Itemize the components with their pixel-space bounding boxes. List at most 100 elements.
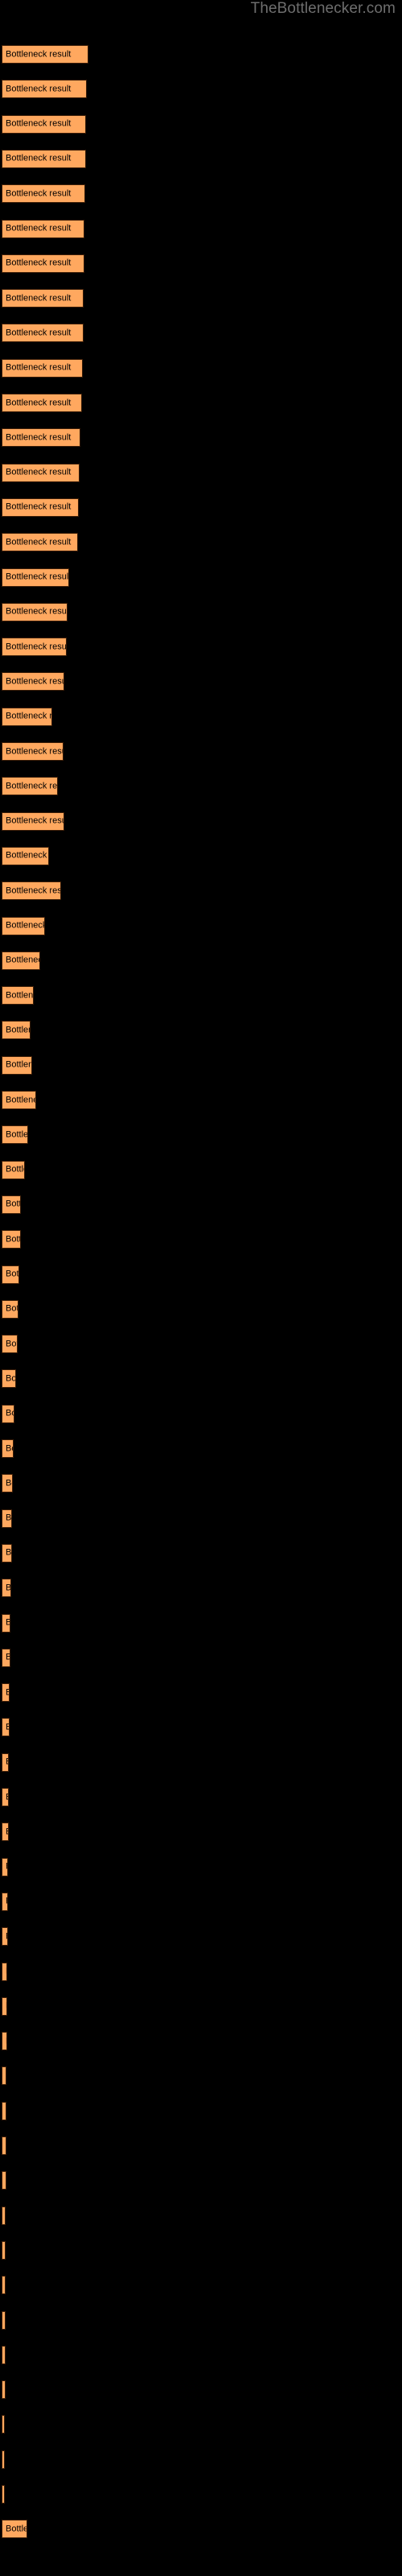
bar-label: Bottleneck result <box>6 815 64 826</box>
bar: Bottleneck result <box>2 1021 31 1040</box>
bar-label: Bottleneck result <box>6 1234 20 1245</box>
bar-row: Bottleneck result <box>0 2066 402 2086</box>
bar-label: Bottleneck result <box>6 1653 10 1663</box>
bar-row: Bottleneck result <box>0 986 402 1005</box>
bar: Bottleneck result <box>2 2450 5 2469</box>
bar: Bottleneck result <box>2 1962 7 1981</box>
bar: Bottleneck result <box>2 149 86 168</box>
bar-row: Bottleneck result <box>0 497 402 517</box>
bar-label: Bottleneck result <box>6 2524 27 2534</box>
bar-row: Bottleneck result <box>0 2415 402 2434</box>
bottleneck-bar-chart: Bottleneck result Bottleneck result Bottle… <box>0 0 402 2576</box>
bar: Bottleneck result <box>2 1230 21 1249</box>
bar-row: Bottleneck result <box>0 1160 402 1179</box>
bar: Bottleneck result <box>2 1683 10 1703</box>
bar-label: Bottleneck result <box>6 1722 9 1732</box>
bar-label: Bottleneck result <box>6 1373 16 1384</box>
bar-label: Bottleneck result <box>6 1792 8 1802</box>
bar: Bottleneck result <box>2 1474 13 1493</box>
bar: Bottleneck result <box>2 2171 6 2190</box>
bar-label: Bottleneck result <box>6 84 72 94</box>
bar-label: Bottleneck result <box>6 1095 35 1104</box>
bar: Bottleneck result <box>2 2345 6 2364</box>
bar: Bottleneck result <box>2 1125 28 1145</box>
bar-label: Bottleneck result <box>6 1199 20 1209</box>
bar-label: Bottleneck result <box>6 1269 19 1279</box>
bar-row: Bottleneck result <box>0 463 402 482</box>
bar: Bottleneck result <box>2 428 80 448</box>
bar-label: Bottleneck result <box>6 328 72 338</box>
bar: Bottleneck result <box>2 2485 5 2504</box>
bar: Bottleneck result <box>2 602 68 621</box>
bar-row: Bottleneck result <box>0 777 402 796</box>
bar-row: Bottleneck result <box>0 2520 402 2539</box>
bar: Bottleneck result <box>2 1613 10 1633</box>
bar-label: Bottleneck result <box>6 1583 11 1593</box>
bar: Bottleneck result <box>2 463 80 482</box>
bar: Bottleneck result <box>2 114 86 134</box>
bar-row: Bottleneck result <box>0 881 402 901</box>
bar-row: Bottleneck result <box>0 1857 402 1876</box>
bar-row: Bottleneck result <box>0 1892 402 1911</box>
bar: Bottleneck result <box>2 289 84 308</box>
bar-row: Bottleneck result <box>0 358 402 378</box>
bar: Bottleneck result <box>2 533 78 552</box>
bar-row: Bottleneck result <box>0 1369 402 1389</box>
bar-label: Bottleneck result <box>6 886 61 896</box>
bar-row: Bottleneck result <box>0 951 402 970</box>
bar-row: Bottleneck result <box>0 1648 402 1667</box>
bar-label: Bottleneck result <box>6 1408 14 1418</box>
bar-row: Bottleneck result <box>0 2240 402 2260</box>
bar-label: Bottleneck result <box>6 990 34 1001</box>
bar-label: Bottleneck result <box>6 1025 30 1035</box>
bar-row: Bottleneck result <box>0 114 402 134</box>
bar: Bottleneck result <box>2 219 84 238</box>
bar-row: Bottleneck result <box>0 638 402 657</box>
bar: Bottleneck result <box>2 1509 12 1528</box>
bar-row: Bottleneck result <box>0 1335 402 1354</box>
bar: Bottleneck result <box>2 1788 9 1806</box>
bar: Bottleneck result <box>2 742 64 761</box>
bar-row: Bottleneck result <box>0 1474 402 1493</box>
bar: Bottleneck result <box>2 2276 6 2295</box>
bar-row: Bottleneck result <box>0 672 402 691</box>
bar-label: Bottleneck result <box>6 606 68 617</box>
bar-row: Bottleneck result <box>0 846 402 865</box>
bar-row: Bottleneck result <box>0 707 402 726</box>
bar: Bottleneck result <box>2 1335 18 1354</box>
bar-row: Bottleneck result <box>0 742 402 761</box>
bar-row: Bottleneck result <box>0 254 402 273</box>
bar-label: Bottleneck result <box>6 1618 10 1629</box>
bar-row: Bottleneck result <box>0 2450 402 2469</box>
bar-row: Bottleneck result <box>0 1788 402 1806</box>
bar: Bottleneck result <box>2 1718 10 1737</box>
bar: Bottleneck result <box>2 2032 7 2051</box>
bar-row: Bottleneck result <box>0 1927 402 1946</box>
bar: Bottleneck result <box>2 497 79 517</box>
bar: Bottleneck result <box>2 916 45 935</box>
bar-row: Bottleneck result <box>0 428 402 448</box>
bar-row: Bottleneck result <box>0 2276 402 2295</box>
bar: Bottleneck result <box>2 881 61 901</box>
bar: Bottleneck result <box>2 1091 36 1109</box>
bar-row: Bottleneck result <box>0 2345 402 2364</box>
bar-row: Bottleneck result <box>0 2310 402 2330</box>
bar-label: Bottleneck result <box>6 293 72 303</box>
bar-row: Bottleneck result <box>0 533 402 552</box>
bar-label: Bottleneck result <box>6 153 72 163</box>
bar: Bottleneck result <box>2 1752 9 1772</box>
bar-label: Bottleneck result <box>6 955 39 965</box>
bar-label: Bottleneck result <box>6 1897 7 1907</box>
bar-label: Bottleneck result <box>6 223 72 233</box>
bar-label: Bottleneck result <box>6 1967 7 1977</box>
bar: Bottleneck result <box>2 1927 8 1946</box>
bar: Bottleneck result <box>2 80 87 99</box>
bar-row: Bottleneck result <box>0 1543 402 1563</box>
bar-row: Bottleneck result <box>0 1055 402 1075</box>
bar-row: Bottleneck result <box>0 2485 402 2504</box>
bar-row: Bottleneck result <box>0 1230 402 1249</box>
bar: Bottleneck result <box>2 2415 5 2434</box>
bar: Bottleneck result <box>2 358 83 378</box>
bar-label: Bottleneck result <box>6 2036 7 2046</box>
bar: Bottleneck result <box>2 1055 32 1075</box>
